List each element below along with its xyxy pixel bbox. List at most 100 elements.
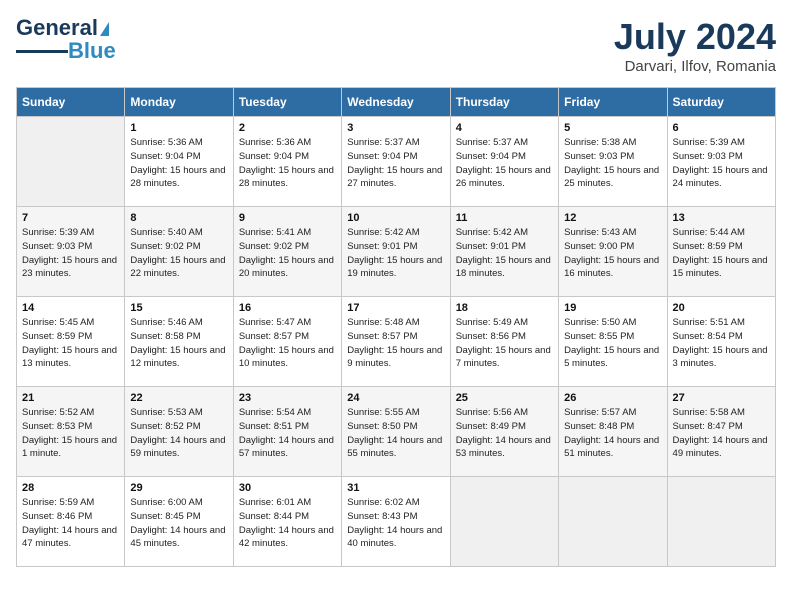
- day-info: Sunrise: 5:57 AMSunset: 8:48 PMDaylight:…: [564, 406, 661, 461]
- day-info: Sunrise: 5:36 AMSunset: 9:04 PMDaylight:…: [239, 136, 336, 191]
- calendar-cell: 29 Sunrise: 6:00 AMSunset: 8:45 PMDayligh…: [125, 477, 233, 567]
- day-number: 13: [673, 212, 770, 224]
- day-info: Sunrise: 5:47 AMSunset: 8:57 PMDaylight:…: [239, 316, 336, 371]
- weekday-header-row: SundayMondayTuesdayWednesdayThursdayFrid…: [17, 88, 776, 117]
- day-info: Sunrise: 6:01 AMSunset: 8:44 PMDaylight:…: [239, 496, 336, 551]
- calendar-cell: 2 Sunrise: 5:36 AMSunset: 9:04 PMDaylight…: [233, 117, 341, 207]
- calendar-week-row: 7 Sunrise: 5:39 AMSunset: 9:03 PMDaylight…: [17, 207, 776, 297]
- calendar-cell: 19 Sunrise: 5:50 AMSunset: 8:55 PMDayligh…: [559, 297, 667, 387]
- day-number: 19: [564, 302, 661, 314]
- day-info: Sunrise: 5:36 AMSunset: 9:04 PMDaylight:…: [130, 136, 227, 191]
- page-header: General Blue July 2024 Darvari, Ilfov, R…: [16, 16, 776, 75]
- calendar-cell: [450, 477, 558, 567]
- logo-blue: Blue: [68, 38, 116, 64]
- day-number: 22: [130, 392, 227, 404]
- location-title: Darvari, Ilfov, Romania: [614, 58, 776, 75]
- calendar-cell: 20 Sunrise: 5:51 AMSunset: 8:54 PMDayligh…: [667, 297, 775, 387]
- day-number: 21: [22, 392, 119, 404]
- day-number: 11: [456, 212, 553, 224]
- day-info: Sunrise: 5:48 AMSunset: 8:57 PMDaylight:…: [347, 316, 444, 371]
- day-info: Sunrise: 5:45 AMSunset: 8:59 PMDaylight:…: [22, 316, 119, 371]
- day-info: Sunrise: 5:44 AMSunset: 8:59 PMDaylight:…: [673, 226, 770, 281]
- day-number: 20: [673, 302, 770, 314]
- day-info: Sunrise: 5:52 AMSunset: 8:53 PMDaylight:…: [22, 406, 119, 461]
- calendar-week-row: 14 Sunrise: 5:45 AMSunset: 8:59 PMDayligh…: [17, 297, 776, 387]
- calendar-cell: 30 Sunrise: 6:01 AMSunset: 8:44 PMDayligh…: [233, 477, 341, 567]
- day-number: 8: [130, 212, 227, 224]
- weekday-header: Monday: [125, 88, 233, 117]
- day-number: 9: [239, 212, 336, 224]
- day-info: Sunrise: 5:43 AMSunset: 9:00 PMDaylight:…: [564, 226, 661, 281]
- weekday-header: Saturday: [667, 88, 775, 117]
- calendar-table: SundayMondayTuesdayWednesdayThursdayFrid…: [16, 87, 776, 567]
- month-title: July 2024: [614, 16, 776, 58]
- day-number: 17: [347, 302, 444, 314]
- day-number: 28: [22, 482, 119, 494]
- title-block: July 2024 Darvari, Ilfov, Romania: [614, 16, 776, 75]
- day-info: Sunrise: 5:37 AMSunset: 9:04 PMDaylight:…: [456, 136, 553, 191]
- weekday-header: Sunday: [17, 88, 125, 117]
- calendar-cell: 10Sunrise: 5:42 AMSunset: 9:01 PMDayligh…: [342, 207, 450, 297]
- calendar-cell: 22Sunrise: 5:53 AMSunset: 8:52 PMDayligh…: [125, 387, 233, 477]
- day-number: 29: [130, 482, 227, 494]
- calendar-cell: 18Sunrise: 5:49 AMSunset: 8:56 PMDayligh…: [450, 297, 558, 387]
- day-number: 3: [347, 122, 444, 134]
- day-number: 16: [239, 302, 336, 314]
- calendar-cell: 17 Sunrise: 5:48 AMSunset: 8:57 PMDayligh…: [342, 297, 450, 387]
- day-number: 2: [239, 122, 336, 134]
- logo: General Blue: [16, 16, 116, 64]
- calendar-cell: 5 Sunrise: 5:38 AMSunset: 9:03 PMDaylight…: [559, 117, 667, 207]
- calendar-cell: 4 Sunrise: 5:37 AMSunset: 9:04 PMDaylight…: [450, 117, 558, 207]
- calendar-week-row: 1 Sunrise: 5:36 AMSunset: 9:04 PMDaylight…: [17, 117, 776, 207]
- day-number: 1: [130, 122, 227, 134]
- day-number: 6: [673, 122, 770, 134]
- day-info: Sunrise: 5:56 AMSunset: 8:49 PMDaylight:…: [456, 406, 553, 461]
- calendar-cell: 27 Sunrise: 5:58 AMSunset: 8:47 PMDayligh…: [667, 387, 775, 477]
- day-number: 5: [564, 122, 661, 134]
- calendar-cell: 3Sunrise: 5:37 AMSunset: 9:04 PMDaylight…: [342, 117, 450, 207]
- calendar-cell: 12 Sunrise: 5:43 AMSunset: 9:00 PMDayligh…: [559, 207, 667, 297]
- day-number: 4: [456, 122, 553, 134]
- weekday-header: Thursday: [450, 88, 558, 117]
- calendar-cell: 11 Sunrise: 5:42 AMSunset: 9:01 PMDayligh…: [450, 207, 558, 297]
- weekday-header: Wednesday: [342, 88, 450, 117]
- day-info: Sunrise: 5:51 AMSunset: 8:54 PMDaylight:…: [673, 316, 770, 371]
- calendar-cell: 8 Sunrise: 5:40 AMSunset: 9:02 PMDaylight…: [125, 207, 233, 297]
- day-info: Sunrise: 6:00 AMSunset: 8:45 PMDaylight:…: [130, 496, 227, 551]
- logo-text: General: [16, 16, 109, 40]
- day-number: 30: [239, 482, 336, 494]
- weekday-header: Friday: [559, 88, 667, 117]
- day-number: 31: [347, 482, 444, 494]
- day-info: Sunrise: 5:39 AMSunset: 9:03 PMDaylight:…: [673, 136, 770, 191]
- day-number: 12: [564, 212, 661, 224]
- day-info: Sunrise: 5:38 AMSunset: 9:03 PMDaylight:…: [564, 136, 661, 191]
- day-number: 27: [673, 392, 770, 404]
- day-info: Sunrise: 5:39 AMSunset: 9:03 PMDaylight:…: [22, 226, 119, 281]
- calendar-week-row: 28 Sunrise: 5:59 AMSunset: 8:46 PMDayligh…: [17, 477, 776, 567]
- day-info: Sunrise: 5:42 AMSunset: 9:01 PMDaylight:…: [347, 226, 444, 281]
- day-number: 14: [22, 302, 119, 314]
- day-info: Sunrise: 5:50 AMSunset: 8:55 PMDaylight:…: [564, 316, 661, 371]
- calendar-cell: 31 Sunrise: 6:02 AMSunset: 8:43 PMDayligh…: [342, 477, 450, 567]
- day-number: 26: [564, 392, 661, 404]
- calendar-cell: 13 Sunrise: 5:44 AMSunset: 8:59 PMDayligh…: [667, 207, 775, 297]
- day-number: 23: [239, 392, 336, 404]
- calendar-cell: 21 Sunrise: 5:52 AMSunset: 8:53 PMDayligh…: [17, 387, 125, 477]
- calendar-cell: 15Sunrise: 5:46 AMSunset: 8:58 PMDayligh…: [125, 297, 233, 387]
- day-info: Sunrise: 5:46 AMSunset: 8:58 PMDaylight:…: [130, 316, 227, 371]
- day-number: 18: [456, 302, 553, 314]
- day-info: Sunrise: 5:58 AMSunset: 8:47 PMDaylight:…: [673, 406, 770, 461]
- day-number: 7: [22, 212, 119, 224]
- calendar-cell: 1 Sunrise: 5:36 AMSunset: 9:04 PMDaylight…: [125, 117, 233, 207]
- day-info: Sunrise: 5:42 AMSunset: 9:01 PMDaylight:…: [456, 226, 553, 281]
- day-info: Sunrise: 5:40 AMSunset: 9:02 PMDaylight:…: [130, 226, 227, 281]
- calendar-cell: 25Sunrise: 5:56 AMSunset: 8:49 PMDayligh…: [450, 387, 558, 477]
- calendar-week-row: 21 Sunrise: 5:52 AMSunset: 8:53 PMDayligh…: [17, 387, 776, 477]
- calendar-cell: 16 Sunrise: 5:47 AMSunset: 8:57 PMDayligh…: [233, 297, 341, 387]
- calendar-cell: [17, 117, 125, 207]
- calendar-cell: 24Sunrise: 5:55 AMSunset: 8:50 PMDayligh…: [342, 387, 450, 477]
- day-info: Sunrise: 6:02 AMSunset: 8:43 PMDaylight:…: [347, 496, 444, 551]
- calendar-cell: 23Sunrise: 5:54 AMSunset: 8:51 PMDayligh…: [233, 387, 341, 477]
- day-info: Sunrise: 5:59 AMSunset: 8:46 PMDaylight:…: [22, 496, 119, 551]
- day-info: Sunrise: 5:41 AMSunset: 9:02 PMDaylight:…: [239, 226, 336, 281]
